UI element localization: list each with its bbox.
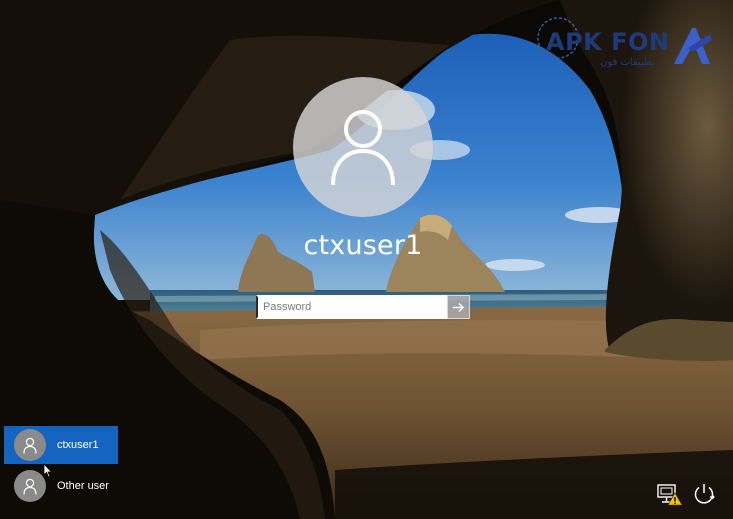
power-icon — [694, 484, 715, 504]
user-tile-label: ctxuser1 — [57, 439, 99, 451]
user-avatar-small — [14, 470, 46, 502]
watermark-subtext: تطبيقات فون — [600, 57, 656, 68]
password-row — [256, 295, 470, 319]
watermark-text: APK FON — [546, 28, 670, 56]
user-avatar-small — [14, 429, 46, 461]
network-warning-icon — [657, 484, 683, 506]
user-avatar — [293, 77, 433, 217]
user-tile-ctxuser1[interactable]: ctxuser1 — [4, 426, 118, 464]
power-button[interactable] — [690, 481, 718, 507]
user-silhouette-icon — [23, 478, 37, 495]
user-tile-other-user[interactable]: Other user — [4, 467, 118, 505]
apkfon-watermark: APK FON تطبيقات فون — [537, 17, 720, 74]
user-silhouette-icon — [23, 437, 37, 454]
user-tile-label: Other user — [57, 480, 109, 492]
network-button[interactable] — [656, 481, 684, 507]
user-silhouette-icon — [331, 110, 395, 186]
password-input[interactable] — [256, 295, 447, 319]
mouse-cursor-icon — [43, 463, 53, 478]
watermark-logo-icon — [674, 28, 712, 64]
arrow-right-icon — [453, 302, 464, 312]
submit-button[interactable] — [447, 295, 470, 319]
lock-screen: APK FON تطبيقات فون ctxuser1 ctxuser1 Ot… — [0, 0, 733, 519]
username-label: ctxuser1 — [303, 230, 423, 261]
